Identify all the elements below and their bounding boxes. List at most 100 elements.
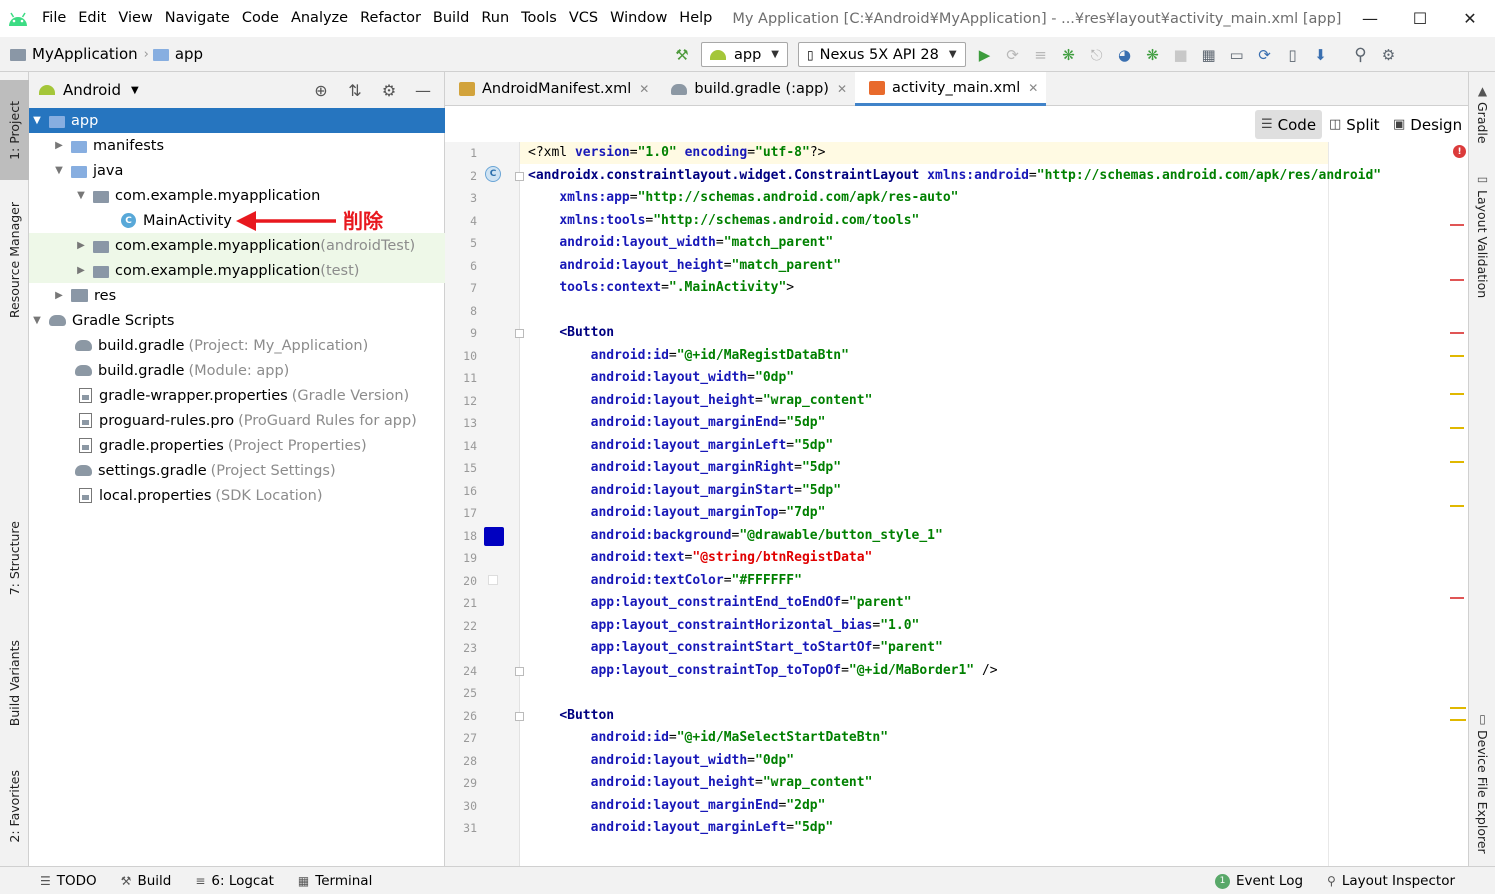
stop-icon[interactable]: ■	[1167, 37, 1195, 72]
menu-code[interactable]: Code	[236, 0, 285, 37]
project-structure-icon[interactable]: ▦	[1195, 37, 1223, 72]
tree-item-local-properties[interactable]: local.properties (SDK Location)	[29, 483, 445, 508]
tab-layout-validation[interactable]: ▭ Layout Validation	[1469, 172, 1495, 298]
tree-item-java[interactable]: ▼ java	[29, 158, 445, 183]
code-line[interactable]: android:layout_height="match_parent"	[528, 255, 841, 277]
project-view-dropdown[interactable]: Android ▼	[39, 81, 139, 99]
code-line[interactable]: android:layout_marginStart="5dp"	[528, 480, 841, 502]
tree-item-package-androidtest[interactable]: ▶ com.example.myapplication (androidTest…	[29, 233, 445, 258]
run-icon[interactable]: ▶	[971, 37, 999, 72]
maximize-icon[interactable]: ☐	[1395, 0, 1445, 37]
code-line[interactable]: android:layout_marginRight="5dp"	[528, 457, 841, 479]
menu-run[interactable]: Run	[475, 0, 515, 37]
minimize-icon[interactable]: —	[1345, 0, 1395, 37]
tab-activity-main[interactable]: activity_main.xml ✕	[855, 72, 1047, 106]
scrollbar-marker[interactable]	[1450, 279, 1464, 281]
tree-item-build-gradle-project[interactable]: build.gradle (Project: My_Application)	[29, 333, 445, 358]
fold-marker-icon[interactable]	[515, 711, 524, 721]
tree-item-build-gradle-module[interactable]: build.gradle (Module: app)	[29, 358, 445, 383]
hide-icon[interactable]: —	[406, 81, 440, 100]
gear-icon[interactable]: ⚙	[372, 81, 406, 100]
code-line[interactable]: android:layout_marginTop="7dp"	[528, 502, 826, 524]
code-line[interactable]: android:background="@drawable/button_sty…	[528, 525, 943, 547]
breadcrumb-module[interactable]: app	[175, 45, 203, 63]
fold-marker-icon[interactable]	[515, 171, 524, 181]
menu-window[interactable]: Window	[604, 0, 673, 37]
search-icon[interactable]: ⚲	[1347, 37, 1375, 72]
class-gutter-icon[interactable]: C	[485, 166, 501, 182]
collapse-all-icon[interactable]: ⇅	[338, 81, 372, 100]
code-line[interactable]: android:id="@+id/MaRegistDataBtn"	[528, 345, 849, 367]
scrollbar-marker[interactable]	[1450, 597, 1464, 599]
color-swatch-icon[interactable]	[484, 527, 504, 546]
profile-icon[interactable]: ◕	[1111, 37, 1139, 72]
tab-project[interactable]: 1: Project	[0, 80, 29, 180]
code-line[interactable]: android:layout_height="wrap_content"	[528, 772, 873, 794]
code-line[interactable]: app:layout_constraintEnd_toEndOf="parent…	[528, 592, 912, 614]
menu-file[interactable]: File	[36, 0, 72, 37]
code-line[interactable]: android:layout_marginLeft="5dp"	[528, 817, 834, 839]
device-dropdown[interactable]: ▯ Nexus 5X API 28 ▼	[798, 42, 966, 67]
code-mode-button[interactable]: ☰ Code	[1255, 110, 1323, 139]
apply-changes-icon[interactable]: ⟳	[999, 37, 1027, 72]
tab-structure[interactable]: 7: Structure	[0, 508, 29, 608]
code-editor[interactable]: ☰ Code ◫ Split ▣ Design 1 2 3 4 5 6 7 8 9 10 11 12 1…	[445, 107, 1468, 866]
tree-item-package-test[interactable]: ▶ com.example.myapplication (test)	[29, 258, 445, 283]
split-mode-button[interactable]: ◫ Split	[1323, 110, 1386, 139]
code-line[interactable]: xmlns:app="http://schemas.android.com/ap…	[528, 187, 958, 209]
hammer-icon[interactable]: ⚒	[668, 37, 696, 72]
apply-code-changes-icon[interactable]: ≡	[1027, 37, 1055, 72]
code-line[interactable]: android:textColor="#FFFFFF"	[528, 570, 802, 592]
code-line[interactable]: android:layout_height="wrap_content"	[528, 390, 873, 412]
event-log-tab[interactable]: 1 Event Log	[1203, 873, 1315, 889]
scrollbar-marker[interactable]	[1450, 505, 1464, 507]
tree-item-gradle-properties[interactable]: gradle.properties (Project Properties)	[29, 433, 445, 458]
tab-androidmanifest[interactable]: AndroidManifest.xml ✕	[445, 72, 657, 106]
code-line[interactable]: xmlns:tools="http://schemas.android.com/…	[528, 210, 919, 232]
code-line[interactable]: android:layout_width="0dp"	[528, 750, 795, 772]
code-line[interactable]: app:layout_constraintStart_toStartOf="pa…	[528, 637, 943, 659]
scrollbar-marker[interactable]	[1450, 461, 1464, 463]
tab-build-variants[interactable]: Build Variants	[0, 628, 29, 738]
design-mode-button[interactable]: ▣ Design	[1387, 110, 1468, 139]
layout-inspector-tab[interactable]: ⚲ Layout Inspector	[1315, 873, 1495, 889]
white-color-swatch-icon[interactable]	[488, 575, 498, 585]
logcat-tab[interactable]: ≡ 6: Logcat	[183, 873, 286, 889]
build-tab[interactable]: ⚒ Build	[109, 873, 184, 889]
code-line[interactable]: app:layout_constraintTop_toTopOf="@+id/M…	[528, 660, 998, 682]
tree-item-manifests[interactable]: ▶ manifests	[29, 133, 445, 158]
menu-analyze[interactable]: Analyze	[285, 0, 354, 37]
error-indicator-icon[interactable]: !	[1453, 145, 1466, 158]
menu-navigate[interactable]: Navigate	[159, 0, 236, 37]
code-line[interactable]: android:layout_width="0dp"	[528, 367, 795, 389]
menu-tools[interactable]: Tools	[515, 0, 563, 37]
tree-item-app[interactable]: ▼ app	[29, 108, 445, 133]
settings-icon[interactable]: ⚙	[1375, 37, 1403, 72]
code-line[interactable]: android:layout_marginEnd="2dp"	[528, 795, 826, 817]
device-manager-icon[interactable]: ▯	[1279, 37, 1307, 72]
debug-icon[interactable]: ❋	[1055, 37, 1083, 72]
menu-build[interactable]: Build	[427, 0, 475, 37]
tree-item-settings-gradle[interactable]: settings.gradle (Project Settings)	[29, 458, 445, 483]
tab-favorites[interactable]: 2: Favorites	[0, 758, 29, 854]
scrollbar-marker[interactable]	[1450, 355, 1464, 357]
tree-item-proguard-rules[interactable]: proguard-rules.pro (ProGuard Rules for a…	[29, 408, 445, 433]
tab-device-file-explorer[interactable]: ▯ Device File Explorer	[1469, 712, 1495, 854]
scrollbar-marker[interactable]	[1450, 393, 1464, 395]
menu-edit[interactable]: Edit	[72, 0, 112, 37]
tab-resource-manager[interactable]: Resource Manager	[0, 190, 29, 330]
code-line[interactable]: <Button	[528, 705, 614, 727]
breadcrumb-project[interactable]: MyApplication	[32, 45, 138, 63]
close-icon[interactable]: ✕	[1445, 0, 1495, 37]
fold-marker-icon[interactable]	[515, 666, 524, 676]
todo-tab[interactable]: ☰ TODO	[0, 873, 109, 889]
sdk-manager-icon[interactable]: ⬇	[1307, 37, 1335, 72]
fold-marker-icon[interactable]	[515, 329, 524, 338]
attach-process-icon[interactable]: ❋	[1139, 37, 1167, 72]
tab-gradle[interactable]: ▲ Gradle	[1469, 84, 1495, 144]
code-line[interactable]: tools:context=".MainActivity">	[528, 277, 794, 299]
attach-debugger-icon[interactable]: ⎋	[1083, 37, 1111, 72]
tab-build-gradle[interactable]: build.gradle (:app) ✕	[657, 72, 855, 106]
close-tab-icon[interactable]: ✕	[1028, 81, 1038, 95]
code-line[interactable]: android:id="@+id/MaSelectStartDateBtn"	[528, 727, 888, 749]
